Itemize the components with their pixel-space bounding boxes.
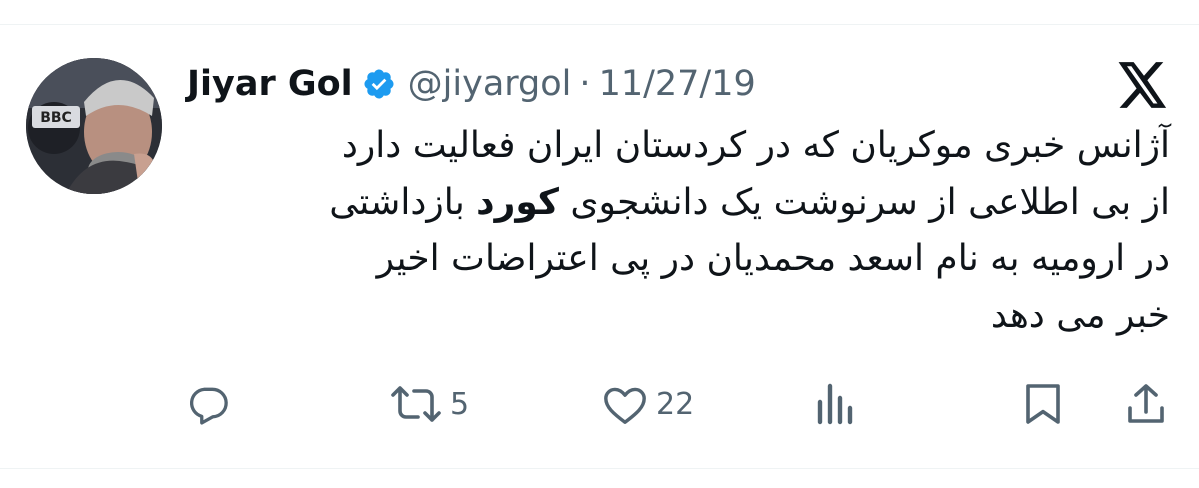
- share-button[interactable]: [1126, 376, 1166, 432]
- like-button[interactable]: 22: [602, 376, 694, 432]
- tweet-header: Jiyar Gol @jiyargol · 11/27/19: [187, 60, 756, 108]
- verified-badge-icon: [362, 67, 396, 101]
- tweet-line-2-start: از بی اطلاعی از سرنوشت یک دانشجوی: [558, 181, 1170, 223]
- tweet-bold-word: کورد: [476, 181, 559, 223]
- tweet-line-1: آژانس خبری موکریان که در کردستان ایران ف…: [341, 125, 1170, 166]
- tweet-line-3: در ارومیه به نام اسعد محمدیان در پی اعتر…: [376, 238, 1170, 279]
- avatar-badge-text: BBC: [40, 110, 72, 126]
- reply-icon: [189, 387, 228, 425]
- display-name[interactable]: Jiyar Gol: [187, 64, 353, 104]
- x-logo-icon[interactable]: [1118, 62, 1168, 108]
- repost-count: 5: [450, 386, 470, 422]
- tweet-body: آژانس خبری موکریان که در کردستان ایران ف…: [200, 118, 1170, 344]
- tweet-date[interactable]: 11/27/19: [599, 64, 756, 104]
- views-icon: [817, 383, 853, 425]
- tweet-line-2: از بی اطلاعی از سرنوشت یک دانشجوی کورد ب…: [200, 175, 1170, 232]
- action-bar: 5 22: [0, 376, 1199, 432]
- bottom-divider: [0, 468, 1199, 469]
- reply-button[interactable]: [186, 376, 230, 432]
- avatar[interactable]: BBC: [26, 58, 162, 194]
- views-button[interactable]: [814, 376, 856, 432]
- top-divider: [0, 24, 1199, 25]
- share-icon: [1128, 384, 1164, 423]
- heart-icon: [604, 387, 646, 424]
- separator-dot: ·: [579, 64, 591, 104]
- handle[interactable]: @jiyargol: [408, 64, 572, 104]
- tweet-line-2-end: بازداشتی: [329, 181, 477, 223]
- repost-icon: [391, 386, 441, 422]
- bookmark-icon: [1026, 384, 1060, 424]
- bookmark-button[interactable]: [1024, 376, 1062, 432]
- profile-photo: BBC: [26, 58, 162, 194]
- tweet-line-4: خبر می دهد: [990, 294, 1170, 336]
- like-count: 22: [656, 386, 695, 422]
- repost-button[interactable]: 5: [390, 376, 469, 432]
